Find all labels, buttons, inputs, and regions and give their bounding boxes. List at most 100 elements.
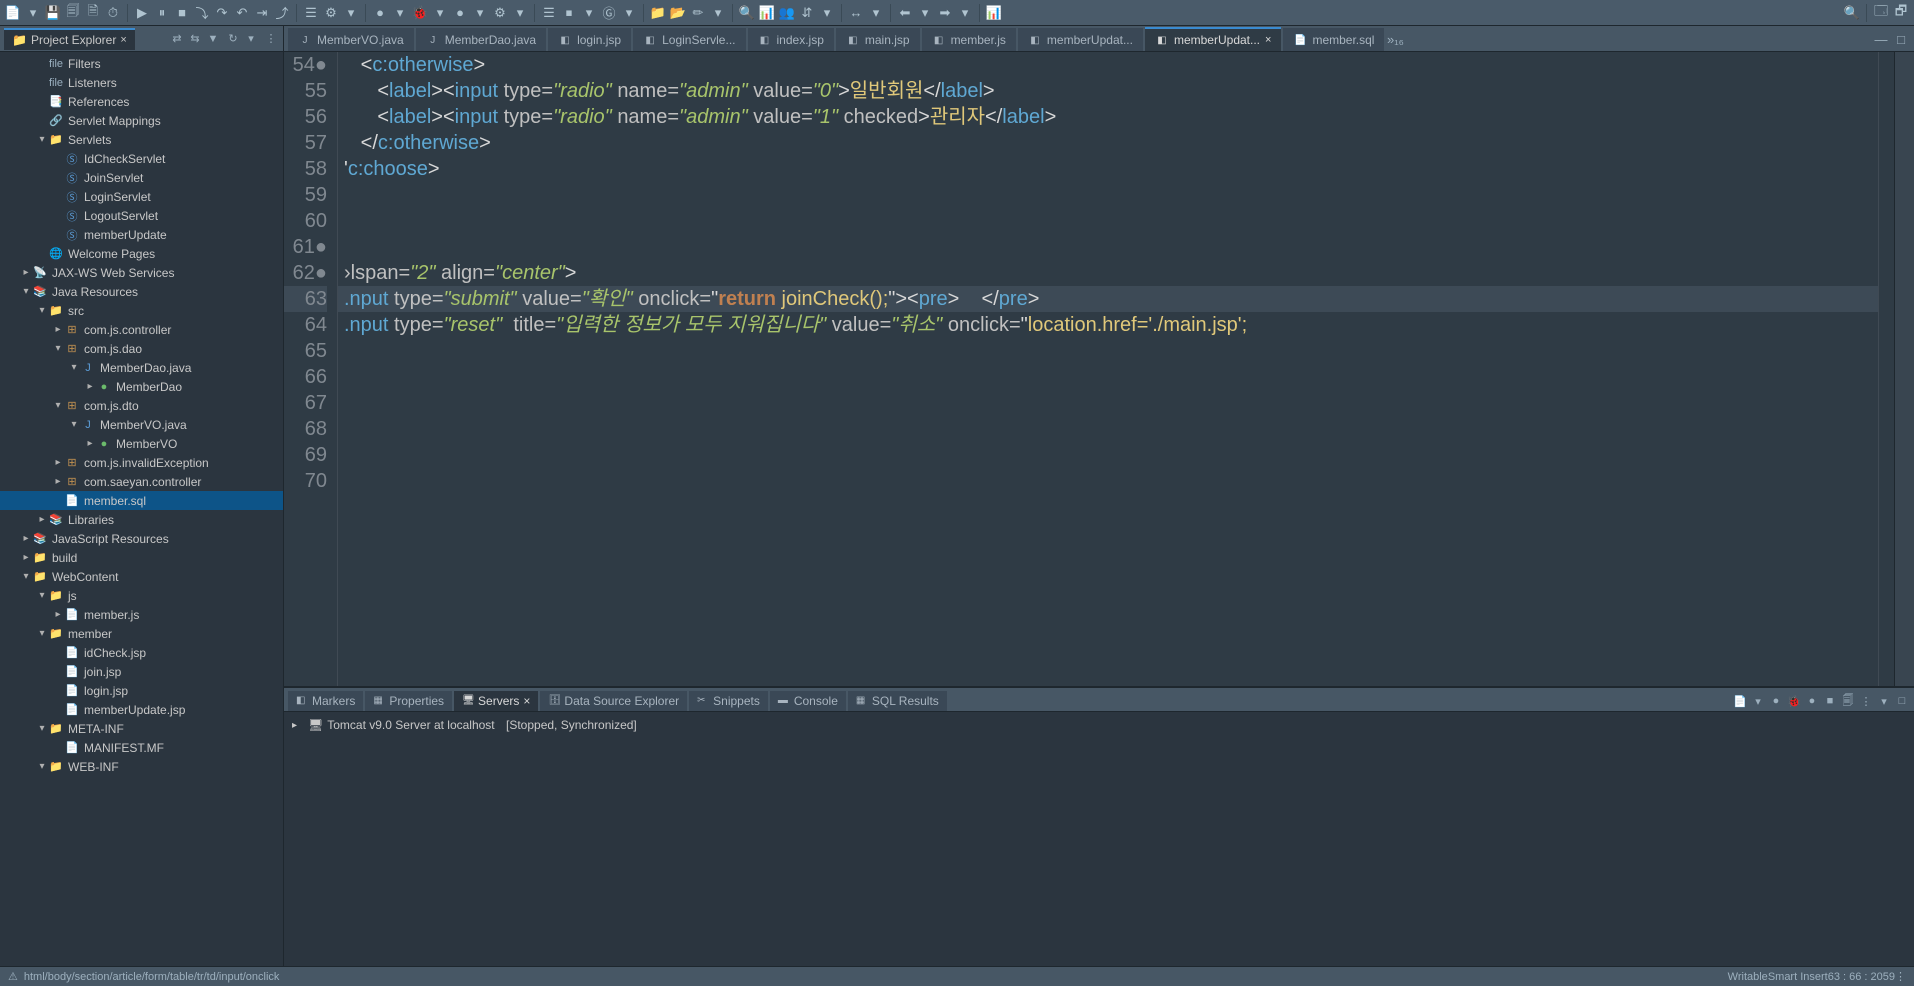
toolbar-button[interactable]: 📊 <box>985 4 1003 22</box>
toolbar-button[interactable]: ▾ <box>818 4 836 22</box>
editor-tab[interactable]: ◧login.jsp <box>548 28 631 51</box>
tree-item[interactable]: ⓈmemberUpdate <box>0 225 283 244</box>
bottom-tab[interactable]: ▦SQL Results <box>848 691 947 711</box>
tree-item[interactable]: ▾📁WebContent <box>0 567 283 586</box>
panel-tool-button[interactable]: ⋮ <box>1858 693 1874 709</box>
tree-item[interactable]: ⓈJoinServlet <box>0 168 283 187</box>
toolbar-button[interactable]: ⇵ <box>798 4 816 22</box>
bottom-tab[interactable]: ▦Properties <box>365 691 452 711</box>
tree-item[interactable]: fileFilters <box>0 54 283 73</box>
tree-item[interactable]: ▸📡JAX-WS Web Services <box>0 263 283 282</box>
line-number[interactable]: 56 <box>284 104 327 130</box>
editor-tab[interactable]: ◧main.jsp <box>836 28 920 51</box>
line-number[interactable]: 69 <box>284 442 327 468</box>
toolbar-button[interactable]: ▾ <box>620 4 638 22</box>
line-number[interactable]: 66 <box>284 364 327 390</box>
tree-item[interactable]: ▾📁META-INF <box>0 719 283 738</box>
line-number[interactable]: 65 <box>284 338 327 364</box>
tree-twisty[interactable]: ▸ <box>52 609 64 620</box>
tree-item[interactable]: ▸●MemberDao <box>0 377 283 396</box>
tree-item[interactable]: 📄join.jsp <box>0 662 283 681</box>
bottom-tab[interactable]: ◧Markers <box>288 691 363 711</box>
tree-item[interactable]: ▾📁src <box>0 301 283 320</box>
toolbar-button[interactable]: 🔍 <box>738 4 756 22</box>
tree-item[interactable]: ▾📁js <box>0 586 283 605</box>
toolbar-button[interactable]: ▶ <box>133 4 151 22</box>
line-number[interactable]: 55 <box>284 78 327 104</box>
toolbar-button[interactable]: 🗎 <box>84 4 102 22</box>
tree-twisty[interactable]: ▸ <box>84 381 96 392</box>
tree-item[interactable]: ▸📚JavaScript Resources <box>0 529 283 548</box>
tree-item[interactable]: ▸⊞com.js.controller <box>0 320 283 339</box>
code-line[interactable] <box>338 390 1878 416</box>
tree-item[interactable]: ▸⊞com.js.invalidException <box>0 453 283 472</box>
toolbar-button[interactable]: ✏ <box>689 4 707 22</box>
toolbar-button[interactable]: ▾ <box>471 4 489 22</box>
code-line[interactable] <box>338 442 1878 468</box>
editor-tab[interactable]: ◧memberUpdat...× <box>1145 27 1281 51</box>
tree-twisty[interactable]: ▸ <box>52 324 64 335</box>
server-row[interactable]: ▸ 🖥 Tomcat v9.0 Server at localhost [Sto… <box>292 716 1906 734</box>
code-line[interactable]: .nput type="submit" value="확인" onclick="… <box>338 286 1878 312</box>
tree-twisty[interactable]: ▾ <box>36 590 48 601</box>
code-line[interactable]: ›lspan="2" align="center"> <box>338 260 1878 286</box>
panel-tool-button[interactable]: ▾ <box>1750 693 1766 709</box>
bottom-tab[interactable]: ✂Snippets <box>689 691 768 711</box>
tree-item[interactable]: 📑References <box>0 92 283 111</box>
line-number[interactable]: 67 <box>284 390 327 416</box>
tree-twisty[interactable]: ▾ <box>36 134 48 145</box>
toolbar-button[interactable]: ● <box>451 4 469 22</box>
line-number[interactable]: 61● <box>284 234 327 260</box>
tree-item[interactable]: 📄member.sql <box>0 491 283 510</box>
project-tree[interactable]: fileFiltersfileListeners📑References🔗Serv… <box>0 52 283 966</box>
panel-tool-button[interactable]: ▾ <box>1876 693 1892 709</box>
tree-twisty[interactable]: ▸ <box>20 552 32 563</box>
tree-item[interactable]: 📄idCheck.jsp <box>0 643 283 662</box>
tree-item[interactable]: ▸📁build <box>0 548 283 567</box>
tree-item[interactable]: ▾JMemberVO.java <box>0 415 283 434</box>
tree-item[interactable]: ▸📚Libraries <box>0 510 283 529</box>
editor-tab[interactable]: ◧member.js <box>922 28 1016 51</box>
editor-tab[interactable]: 📄member.sql <box>1283 28 1384 51</box>
panel-button[interactable]: ↻ <box>225 31 241 47</box>
bottom-tab[interactable]: ▬Console <box>770 691 846 711</box>
line-number[interactable]: 54● <box>284 52 327 78</box>
tree-item[interactable]: ⓈLoginServlet <box>0 187 283 206</box>
tree-twisty[interactable]: ▾ <box>36 628 48 639</box>
code-line[interactable]: <label><input type="radio" name="admin" … <box>338 78 1878 104</box>
code-editor[interactable]: 54●55565758596061●62●6364656667686970 <c… <box>284 52 1894 686</box>
toolbar-button[interactable]: ⏹ <box>560 4 578 22</box>
toolbar-button[interactable]: 📁 <box>649 4 667 22</box>
toolbar-button[interactable]: ⚙ <box>322 4 340 22</box>
toolbar-button[interactable]: ■ <box>173 4 191 22</box>
panel-tool-button[interactable]: ■ <box>1822 693 1838 709</box>
tree-twisty[interactable]: ▸ <box>20 267 32 278</box>
code-line[interactable] <box>338 338 1878 364</box>
toolbar-button[interactable]: ⇥ <box>253 4 271 22</box>
toolbar-button[interactable]: 💾 <box>44 4 62 22</box>
close-icon[interactable]: × <box>523 694 530 708</box>
tree-twisty[interactable]: ▾ <box>36 305 48 316</box>
tree-twisty[interactable]: ▾ <box>36 723 48 734</box>
toolbar-button[interactable]: ▾ <box>867 4 885 22</box>
toolbar-button[interactable]: ▾ <box>956 4 974 22</box>
tree-twisty[interactable]: ▾ <box>52 343 64 354</box>
tree-item[interactable]: ▾⊞com.js.dto <box>0 396 283 415</box>
tree-item[interactable]: 📄MANIFEST.MF <box>0 738 283 757</box>
code-line[interactable] <box>338 364 1878 390</box>
toolbar-button[interactable]: ↶ <box>233 4 251 22</box>
line-number[interactable]: 64 <box>284 312 327 338</box>
line-number[interactable]: 62● <box>284 260 327 286</box>
line-number[interactable]: 59 <box>284 182 327 208</box>
tree-twisty[interactable]: ▾ <box>68 362 80 373</box>
toolbar-button[interactable]: ▾ <box>342 4 360 22</box>
toolbar-button[interactable]: Ⓖ <box>600 4 618 22</box>
toolbar-button[interactable]: 🗐 <box>64 4 82 22</box>
toolbar-button[interactable]: ☰ <box>302 4 320 22</box>
toolbar-button[interactable]: ↔ <box>847 4 865 22</box>
tree-twisty[interactable]: ▾ <box>20 286 32 297</box>
line-number[interactable]: 57 <box>284 130 327 156</box>
editor-tab[interactable]: ◧index.jsp <box>748 28 834 51</box>
tree-twisty[interactable]: ▾ <box>20 571 32 582</box>
panel-button[interactable]: ⋮ <box>263 31 279 47</box>
